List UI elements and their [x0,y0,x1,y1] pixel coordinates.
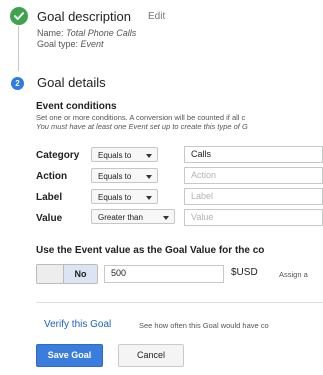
event-conditions-title: Event conditions [36,101,117,112]
chevron-down-icon [146,175,152,179]
toggle-state-label: No [64,265,97,283]
assign-text: Assign a [279,270,308,279]
toggle-off-segment [37,265,64,283]
step-number-badge: 2 [11,77,24,90]
label-label: Label [36,192,63,203]
action-operator-value: Equals to [98,172,132,181]
goal-type-label: Goal type: [37,39,79,49]
label-operator-select[interactable]: Equals to [91,189,158,204]
goal-type-line: Goal type: Event [37,39,104,50]
action-label: Action [36,171,68,182]
verify-description: See how often this Goal would have co [139,321,269,330]
currency-label: $USD [231,267,258,278]
goal-value-heading: Use the Event value as the Goal Value fo… [36,245,265,256]
action-operator-select[interactable]: Equals to [91,168,158,183]
value-value-input[interactable]: Value [184,209,323,226]
divider [36,302,323,303]
goal-description-heading: Goal description [37,9,131,24]
goal-details-heading: Goal details [37,75,106,90]
goal-type-value: Event [80,39,104,49]
chevron-down-icon [163,216,169,220]
goal-name-line: Name: Total Phone Calls [37,28,136,39]
verify-goal-link[interactable]: Verify this Goal [44,319,111,330]
value-label: Value [36,213,63,224]
step-connector [18,26,19,71]
action-value-input[interactable]: Action [184,167,323,184]
chevron-down-icon [146,196,152,200]
goal-value-amount-input[interactable]: 500 [104,265,224,283]
edit-link[interactable]: Edit [148,11,165,22]
category-value-input[interactable]: Calls [184,146,323,163]
goal-name-label: Name: [37,28,64,38]
goal-value-toggle[interactable]: No [36,264,98,284]
category-operator-value: Equals to [98,151,132,160]
goal-name-value: Total Phone Calls [66,28,137,38]
value-operator-value: Greater than [98,213,143,222]
cancel-button[interactable]: Cancel [118,344,184,367]
event-conditions-desc-1: Set one or more conditions. A conversion… [36,113,246,122]
event-conditions-desc-2: You must have at least one Event set up … [36,122,248,131]
category-operator-select[interactable]: Equals to [91,147,158,162]
category-label: Category [36,150,80,161]
label-operator-value: Equals to [98,193,132,202]
value-operator-select[interactable]: Greater than [91,209,175,224]
chevron-down-icon [146,154,152,158]
check-icon [10,7,28,25]
save-goal-button[interactable]: Save Goal [36,344,103,367]
label-value-input[interactable]: Label [184,188,323,205]
